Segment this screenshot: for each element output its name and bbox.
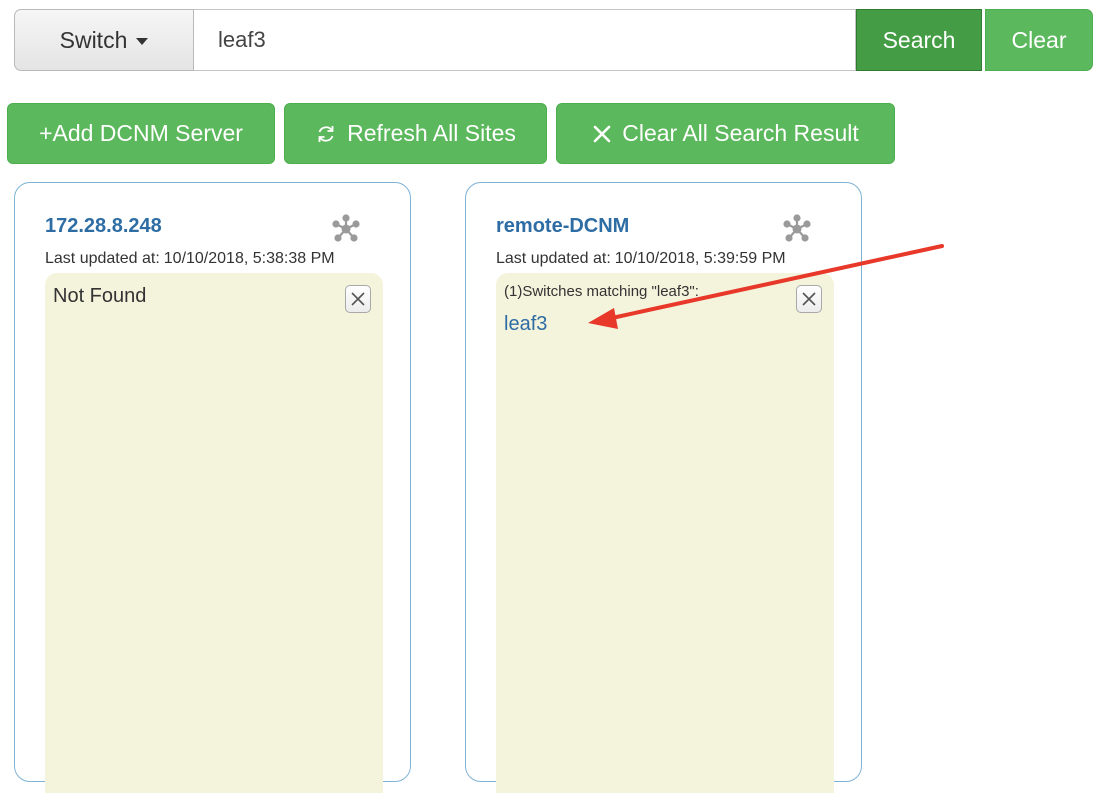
- add-dcnm-server-label: +Add DCNM Server: [39, 120, 243, 146]
- clear-all-search-result-button[interactable]: Clear All Search Result: [556, 103, 895, 164]
- close-icon: [802, 292, 816, 306]
- x-icon: [592, 124, 612, 144]
- clear-button[interactable]: Clear: [985, 9, 1093, 71]
- search-bar: Switch Search Clear: [14, 9, 1093, 71]
- last-updated-label: Last updated at:: [45, 250, 160, 267]
- refresh-icon: [315, 123, 337, 145]
- close-result-button[interactable]: [345, 285, 371, 313]
- last-updated-time: 10/10/2018, 5:38:38 PM: [163, 250, 335, 267]
- topology-icon[interactable]: [781, 213, 813, 245]
- topology-icon[interactable]: [330, 213, 362, 245]
- last-updated-time: 10/10/2018, 5:39:59 PM: [614, 250, 786, 267]
- refresh-all-sites-button[interactable]: Refresh All Sites: [284, 103, 547, 164]
- result-heading: (1)Switches matching "leaf3":: [504, 283, 699, 300]
- site-card: 172.28.8.248 Last updated at: 10/10/2018,…: [14, 182, 411, 793]
- last-updated-label: Last updated at:: [496, 250, 611, 267]
- last-updated: Last updated at: 10/10/2018, 5:39:59 PM: [496, 250, 786, 268]
- search-input[interactable]: [194, 9, 856, 71]
- result-message: Not Found: [53, 285, 147, 307]
- clear-all-search-result-label: Clear All Search Result: [622, 120, 859, 146]
- refresh-all-sites-label: Refresh All Sites: [347, 120, 516, 146]
- result-panel: Not Found: [45, 273, 383, 793]
- site-title[interactable]: remote-DCNM: [496, 215, 629, 238]
- close-icon: [351, 292, 365, 306]
- search-button[interactable]: Search: [856, 9, 982, 71]
- add-dcnm-server-button[interactable]: +Add DCNM Server: [7, 103, 275, 164]
- caret-down-icon: [136, 38, 149, 45]
- close-result-button[interactable]: [796, 285, 822, 313]
- search-type-label: Switch: [59, 26, 128, 53]
- last-updated: Last updated at: 10/10/2018, 5:38:38 PM: [45, 250, 335, 268]
- result-panel: (1)Switches matching "leaf3": leaf3: [496, 273, 834, 793]
- switch-result-link[interactable]: leaf3: [504, 313, 547, 336]
- search-type-dropdown[interactable]: Switch: [14, 9, 194, 71]
- site-title[interactable]: 172.28.8.248: [45, 215, 162, 238]
- site-card: remote-DCNM Last updated at: 10/10/2018, …: [465, 182, 862, 793]
